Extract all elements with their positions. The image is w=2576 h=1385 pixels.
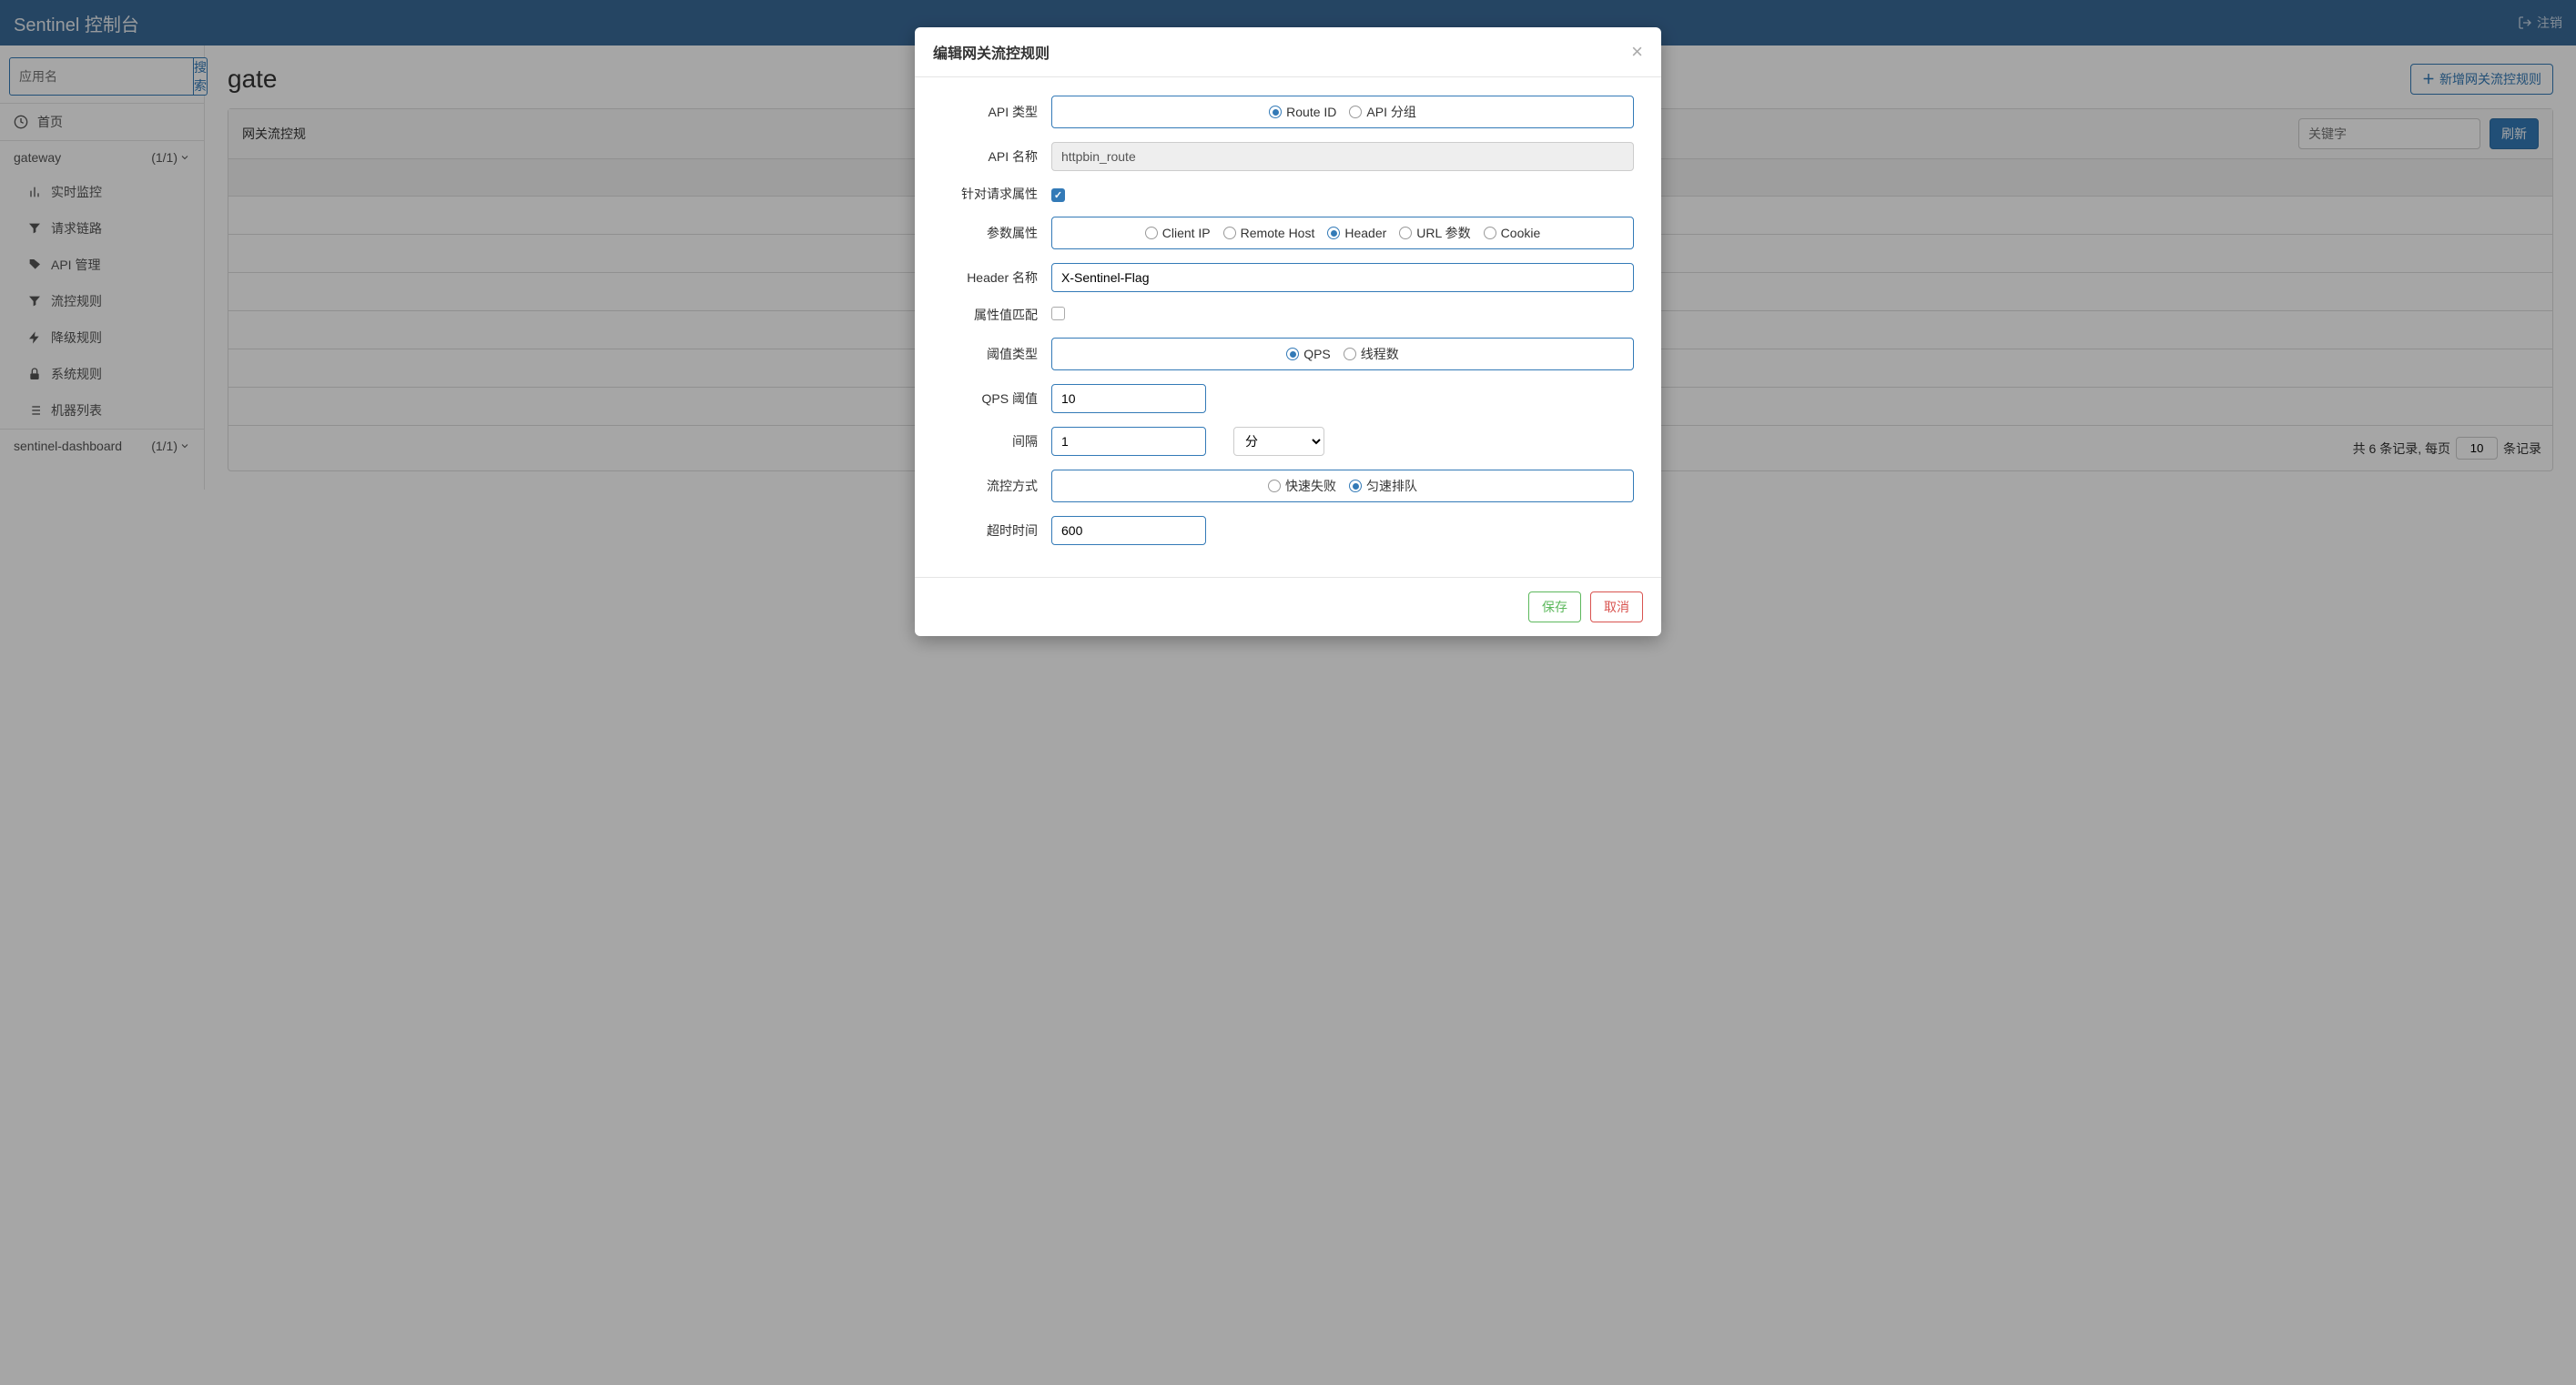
save-button[interactable]: 保存 — [1528, 591, 1581, 622]
radio-icon — [1286, 348, 1299, 360]
label-qps-threshold: QPS 阈值 — [933, 389, 1051, 408]
radio-threads[interactable]: 线程数 — [1344, 345, 1399, 363]
close-icon[interactable]: × — [1631, 42, 1643, 62]
label-attr-match: 属性值匹配 — [933, 306, 1051, 324]
radio-label: Header — [1344, 226, 1386, 240]
label-control-mode: 流控方式 — [933, 477, 1051, 495]
radio-label: API 分组 — [1366, 103, 1415, 121]
radio-cookie[interactable]: Cookie — [1484, 226, 1541, 240]
modal-title: 编辑网关流控规则 — [933, 41, 1050, 63]
radio-label: QPS — [1303, 347, 1331, 361]
label-threshold-type: 阈值类型 — [933, 345, 1051, 363]
radio-client-ip[interactable]: Client IP — [1145, 226, 1211, 240]
radio-icon — [1269, 106, 1282, 118]
radio-icon — [1223, 227, 1236, 239]
edit-rule-modal: 编辑网关流控规则 × API 类型 Route ID API 分组 API 名称 — [915, 27, 1661, 636]
radio-label: Remote Host — [1241, 226, 1315, 240]
radio-label: 线程数 — [1361, 345, 1399, 363]
radio-fast-fail[interactable]: 快速失败 — [1268, 477, 1336, 495]
radio-label: Cookie — [1501, 226, 1541, 240]
timeout-input[interactable] — [1051, 516, 1206, 545]
radio-icon — [1484, 227, 1496, 239]
request-attr-checkbox[interactable]: ✓ — [1051, 188, 1065, 202]
header-name-input[interactable] — [1051, 263, 1634, 292]
label-request-attr: 针对请求属性 — [933, 185, 1051, 203]
cancel-button[interactable]: 取消 — [1590, 591, 1643, 622]
radio-icon — [1145, 227, 1158, 239]
radio-icon — [1399, 227, 1412, 239]
attr-match-checkbox[interactable] — [1051, 307, 1065, 320]
radio-icon — [1344, 348, 1356, 360]
label-header-name: Header 名称 — [933, 268, 1051, 287]
interval-unit-select[interactable]: 分 — [1233, 427, 1324, 456]
radio-queue[interactable]: 匀速排队 — [1349, 477, 1417, 495]
interval-input[interactable] — [1051, 427, 1206, 456]
radio-label: Client IP — [1162, 226, 1211, 240]
label-timeout: 超时时间 — [933, 521, 1051, 540]
radio-icon — [1349, 480, 1362, 492]
radio-label: 快速失败 — [1285, 477, 1336, 495]
qps-threshold-input[interactable] — [1051, 384, 1206, 413]
radio-icon — [1349, 106, 1362, 118]
label-interval: 间隔 — [933, 432, 1051, 450]
radio-header[interactable]: Header — [1327, 226, 1386, 240]
radio-remote-host[interactable]: Remote Host — [1223, 226, 1315, 240]
label-api-name: API 名称 — [933, 147, 1051, 166]
radio-icon — [1268, 480, 1281, 492]
label-api-type: API 类型 — [933, 103, 1051, 121]
radio-url-param[interactable]: URL 参数 — [1399, 224, 1470, 242]
radio-route-id[interactable]: Route ID — [1269, 105, 1336, 119]
radio-api-group[interactable]: API 分组 — [1349, 103, 1415, 121]
api-name-input — [1051, 142, 1634, 171]
radio-label: 匀速排队 — [1366, 477, 1417, 495]
radio-icon — [1327, 227, 1340, 239]
radio-label: URL 参数 — [1416, 224, 1470, 242]
radio-qps[interactable]: QPS — [1286, 347, 1331, 361]
label-param-attr: 参数属性 — [933, 224, 1051, 242]
radio-label: Route ID — [1286, 105, 1336, 119]
